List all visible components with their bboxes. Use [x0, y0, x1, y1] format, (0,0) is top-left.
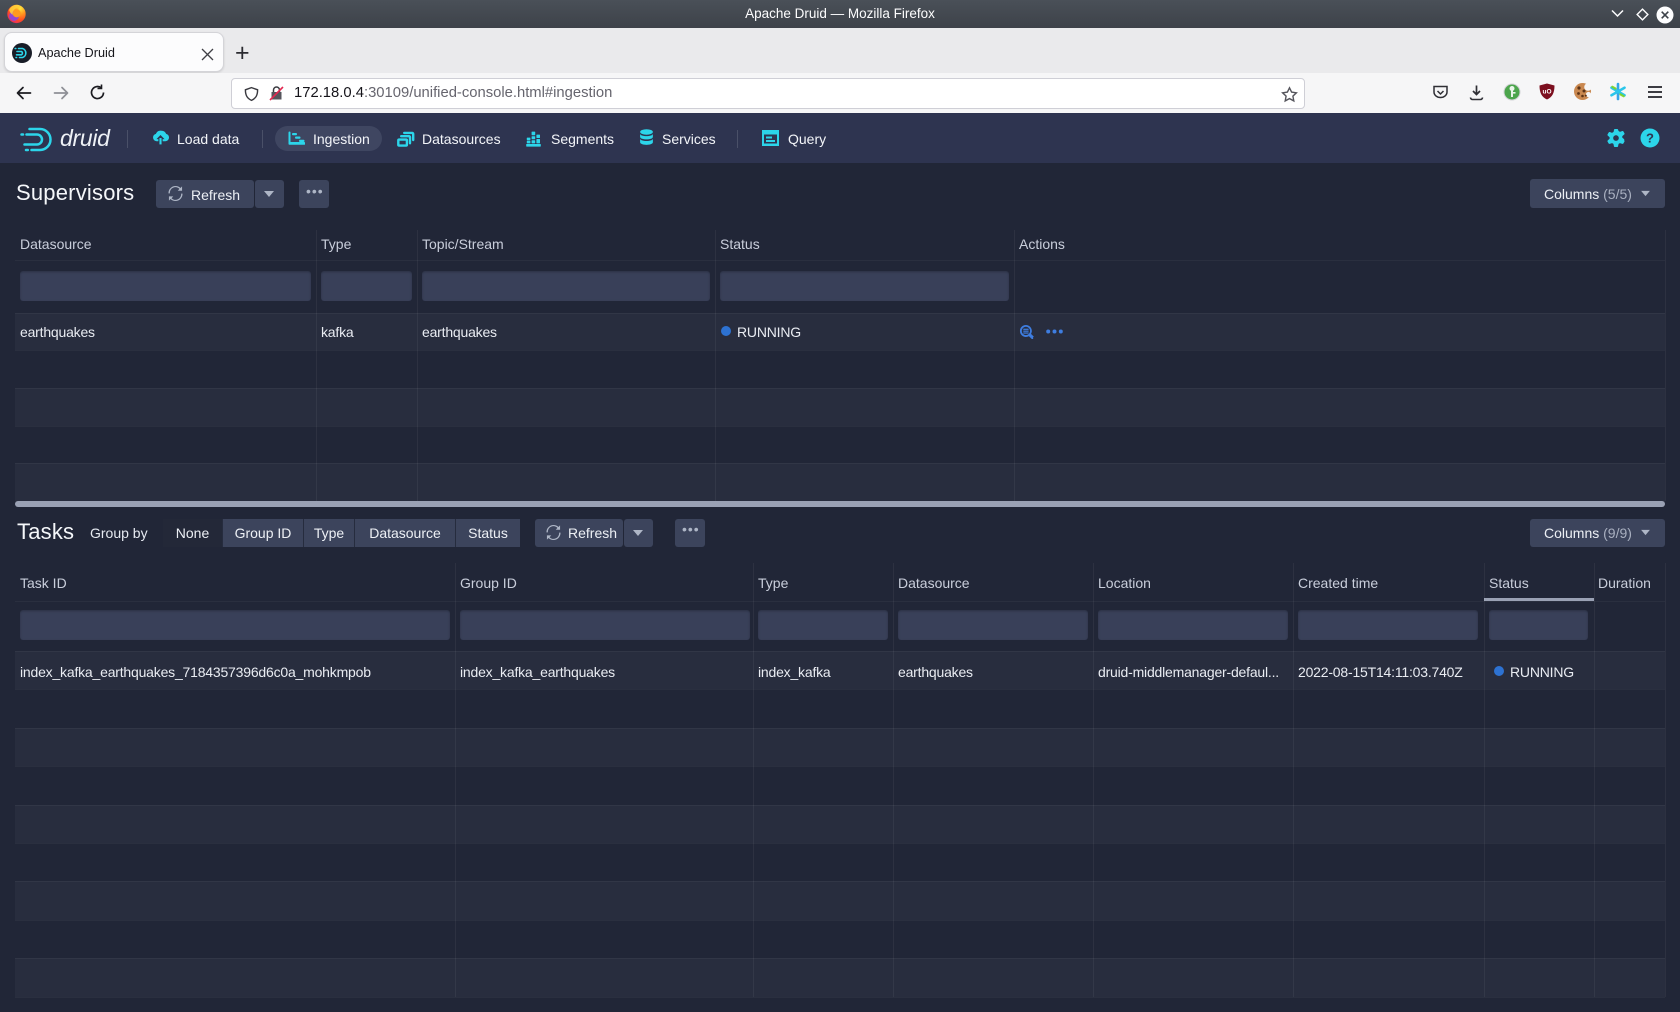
svg-text:?: ? — [1646, 131, 1654, 146]
svg-text:uO: uO — [1542, 89, 1551, 96]
